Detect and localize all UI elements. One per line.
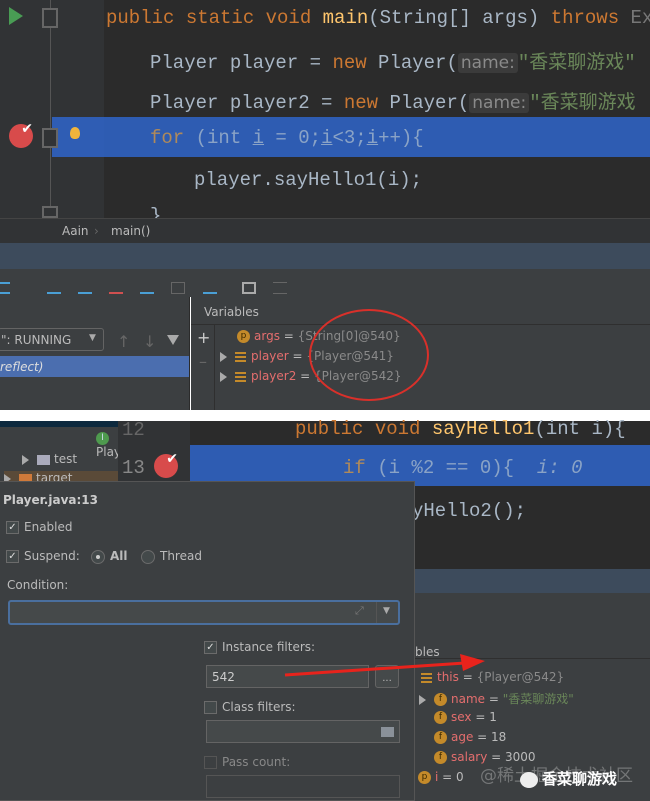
up-icon[interactable]: ↑ — [117, 332, 130, 351]
breadcrumb-item[interactable]: Aain — [62, 224, 89, 238]
variable-row[interactable]: f age = 18 — [434, 730, 506, 744]
code-line: Player player = new Player(name: "香菜聊游戏" — [150, 52, 636, 74]
drop-frame-icon[interactable] — [171, 281, 186, 294]
code-line: yHello2(); — [412, 500, 527, 522]
expand-editor-icon[interactable]: ⤢ — [355, 604, 364, 618]
wechat-icon — [520, 771, 538, 788]
suspend-checkbox[interactable]: ✓ Suspend: — [6, 549, 80, 563]
fold-icon[interactable] — [42, 206, 58, 218]
run-icon[interactable] — [9, 7, 23, 25]
project-tree: IPlayer test target — [0, 421, 133, 485]
expand-icon[interactable] — [22, 454, 29, 465]
step-into-icon[interactable] — [78, 282, 93, 294]
top-editor: ✔ public static void main(String[] args)… — [0, 0, 650, 227]
code-line-for: for (int i = 0;i<3;i++){ — [150, 127, 424, 149]
remove-icon[interactable]: – — [199, 352, 207, 371]
code-line: if (i %2 == 0){ i: 0 — [343, 457, 583, 479]
object-icon — [235, 351, 246, 362]
wechat-watermark: 香菜聊游戏 — [520, 768, 617, 789]
fold-icon[interactable] — [42, 8, 58, 28]
gutter — [0, 0, 104, 218]
folder-icon — [37, 454, 50, 465]
condition-label: Condition: — [7, 578, 69, 592]
tree-item[interactable]: test — [22, 452, 77, 466]
annotation-arrow — [284, 654, 485, 677]
pass-count-checkbox[interactable]: Pass count: — [204, 755, 290, 769]
trace-icon[interactable] — [272, 281, 287, 294]
step-out-icon[interactable] — [140, 282, 155, 294]
class-filters-checkbox[interactable]: Class filters: — [204, 700, 296, 714]
fold-line — [50, 0, 51, 218]
instance-filters-checkbox[interactable]: ✓ Instance filters: — [204, 640, 315, 654]
evaluate-icon[interactable] — [241, 281, 256, 294]
suspend-thread-radio[interactable]: Thread — [141, 549, 202, 564]
chevron-down-icon: ▼ — [89, 333, 96, 343]
pass-count-input[interactable] — [206, 775, 400, 798]
field-icon: f — [434, 751, 447, 764]
field-icon: f — [434, 693, 447, 706]
down-icon[interactable]: ↓ — [143, 332, 156, 351]
code-line: public void sayHello1(int i){ — [295, 418, 626, 440]
expand-icon[interactable] — [220, 371, 227, 382]
code-line: player.sayHello1(i); — [194, 169, 423, 191]
run-to-cursor-icon[interactable] — [202, 282, 217, 294]
variable-row[interactable]: f name = "香菜聊游戏" — [419, 690, 574, 707]
breakpoint-icon[interactable]: ✔ — [154, 452, 178, 478]
field-icon: f — [434, 711, 447, 724]
frames-panel: ": RUNNING ▼ ↑ ↓ reflect) — [0, 297, 190, 410]
debug-toolbar — [0, 269, 650, 297]
popup-title: Player.java:13 — [3, 493, 98, 507]
suspend-all-radio[interactable]: All — [91, 549, 128, 564]
add-icon[interactable]: + — [197, 328, 210, 347]
variable-row[interactable]: pi = 0 — [418, 770, 464, 784]
fold-icon[interactable] — [42, 128, 58, 148]
menu-icon[interactable] — [0, 281, 10, 294]
breakpoint-icon[interactable]: ✔ — [9, 122, 33, 148]
object-icon — [235, 371, 246, 382]
annotation-circle — [309, 309, 429, 401]
step-over-icon[interactable] — [47, 282, 62, 294]
variables-side-toolbar: + – — [191, 324, 215, 410]
breadcrumb: Aain › main() — [0, 218, 650, 243]
breakpoint-popup: Player.java:13 ✓ Enabled ✓ Suspend: All Th… — [0, 481, 415, 801]
code-line: public static void main(String[] args) t… — [106, 7, 650, 29]
debug-tab-bar — [0, 243, 650, 269]
variable-row[interactable]: f sex = 1 — [434, 710, 497, 724]
parameter-icon: p — [237, 330, 250, 343]
thread-select[interactable]: ": RUNNING ▼ — [0, 328, 104, 351]
variables-panel: + – Variables p args = {String[0]@540} pl… — [191, 297, 650, 410]
class-filters-input[interactable] — [206, 720, 400, 743]
filter-icon[interactable] — [167, 335, 179, 345]
bottom-screenshot: IPlayer test target 12 13 ✔ public void … — [0, 418, 650, 801]
bulb-icon[interactable] — [70, 127, 80, 139]
chevron-down-icon[interactable]: ▼ — [383, 606, 390, 616]
variables-header: Variables — [204, 305, 259, 319]
folder-icon[interactable] — [381, 727, 394, 737]
breadcrumb-separator: › — [94, 224, 99, 238]
force-step-into-icon[interactable] — [109, 282, 124, 294]
condition-input[interactable]: ⤢ ▼ — [8, 600, 400, 625]
breadcrumb-item[interactable]: main() — [111, 224, 150, 238]
field-icon: f — [434, 731, 447, 744]
code-line: Player player2 = new Player(name: "香菜聊游戏 — [150, 92, 636, 114]
class-icon: I — [96, 432, 109, 445]
parameter-icon: p — [418, 771, 431, 784]
expand-icon[interactable] — [220, 351, 227, 362]
expand-icon[interactable] — [419, 694, 426, 705]
frame-item-selected[interactable]: reflect) — [0, 356, 189, 377]
debug-tab-bar — [415, 569, 650, 593]
variables-panel: bles this = {Player@542} f name = "香菜聊游戏"… — [415, 593, 650, 801]
enabled-checkbox[interactable]: ✓ Enabled — [6, 520, 73, 534]
